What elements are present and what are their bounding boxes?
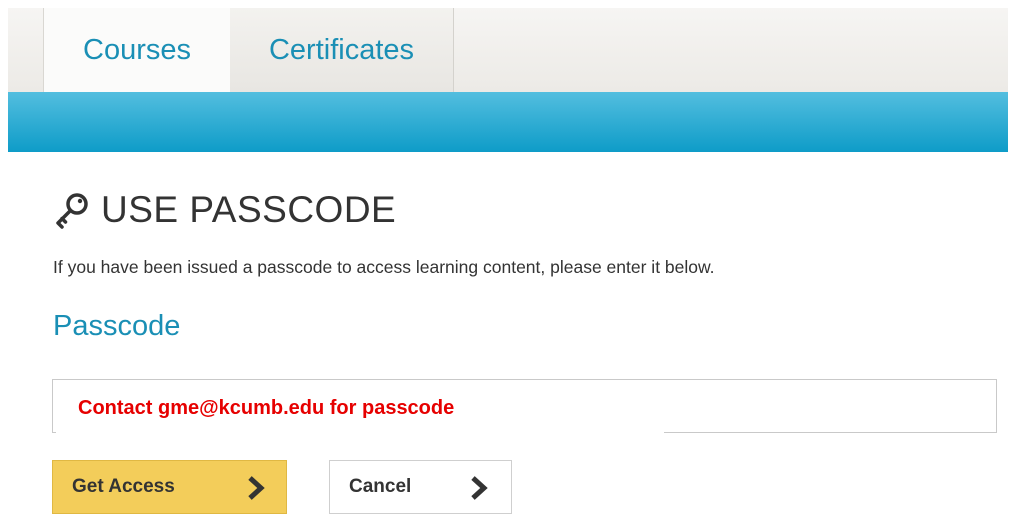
intro-text: If you have been issued a passcode to ac… — [53, 257, 715, 277]
passcode-label: Passcode — [53, 310, 181, 342]
get-access-button[interactable]: Get Access — [52, 460, 287, 514]
page-title: USE PASSCODE — [101, 189, 397, 230]
tab-certificates-label: Certificates — [268, 33, 415, 66]
cancel-button[interactable]: Cancel — [329, 460, 512, 514]
header-banner — [8, 92, 1008, 152]
page-heading: USE PASSCODE — [53, 188, 396, 232]
key-icon — [53, 191, 91, 229]
get-access-label: Get Access — [72, 476, 175, 497]
chevron-right-icon — [471, 476, 488, 500]
chevron-right-icon — [248, 476, 265, 500]
passcode-note: Contact gme@kcumb.edu for passcode — [56, 384, 664, 433]
tab-courses-label: Courses — [83, 33, 191, 66]
tab-certificates[interactable]: Certificates — [230, 8, 454, 92]
page: Courses Certificates USE PASSCODE If you… — [0, 0, 1010, 514]
tab-bar: Courses Certificates — [8, 8, 1008, 92]
tab-courses[interactable]: Courses — [43, 8, 231, 92]
cancel-label: Cancel — [349, 476, 412, 497]
